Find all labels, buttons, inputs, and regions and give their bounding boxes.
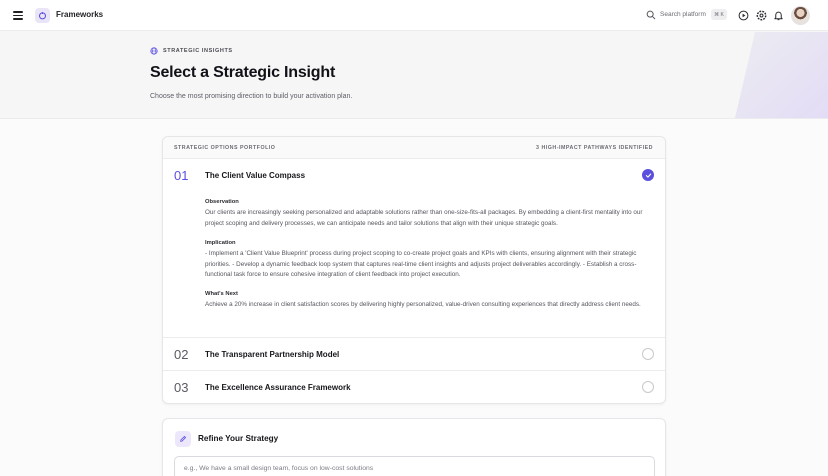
card-header: STRATEGIC OPTIONS PORTFOLIO 3 HIGH-IMPAC…	[163, 137, 665, 159]
globe-icon	[150, 47, 158, 55]
implication-label: Implication	[205, 240, 236, 246]
option-title: The Client Value Compass	[205, 171, 306, 180]
option-number: 01	[174, 168, 189, 183]
option-client-value-compass[interactable]: 01 The Client Value Compass Observation …	[163, 159, 665, 337]
user-avatar[interactable]	[791, 6, 810, 25]
search-platform-button[interactable]: Search platform	[660, 11, 706, 18]
portfolio-label: STRATEGIC OPTIONS PORTFOLIO	[174, 145, 276, 151]
bell-icon[interactable]	[773, 10, 784, 21]
unselected-radio-icon[interactable]	[642, 348, 654, 360]
app-logo[interactable]	[35, 8, 50, 23]
unselected-radio-icon[interactable]	[642, 381, 654, 393]
implication-text: - Implement a 'Client Value Blueprint' p…	[205, 250, 637, 279]
observation-text: Our clients are increasingly seeking per…	[205, 209, 643, 227]
refine-title: Refine Your Strategy	[198, 434, 279, 443]
option-transparent-partnership-model[interactable]: 02 The Transparent Partnership Model	[163, 338, 665, 370]
strategy-refinement-input[interactable]	[174, 456, 655, 476]
search-shortcut-badge: ⌘ K	[711, 9, 727, 20]
app-logo-icon	[38, 12, 47, 20]
app-brand-name[interactable]: Frameworks	[56, 10, 103, 19]
option-details: Observation Our clients are increasingly…	[205, 199, 660, 339]
option-number: 02	[174, 347, 189, 362]
page-header: STRATEGIC INSIGHTS Select a Strategic In…	[0, 32, 828, 118]
refine-strategy-card: Refine Your Strategy	[162, 418, 666, 476]
checkmark-icon	[645, 173, 651, 178]
top-navigation-bar: Frameworks Search platform ⌘ K	[0, 0, 828, 31]
option-excellence-assurance-framework[interactable]: 03 The Excellence Assurance Framework	[163, 371, 665, 403]
settings-icon[interactable]	[756, 10, 767, 21]
page-title: Select a Strategic Insight	[150, 64, 336, 81]
whats-next-label: What's Next	[205, 291, 238, 297]
menu-icon[interactable]	[13, 11, 23, 20]
pathways-count: 3 HIGH-IMPACT PATHWAYS IDENTIFIED	[536, 145, 653, 151]
option-title: The Excellence Assurance Framework	[205, 383, 351, 392]
search-icon[interactable]	[646, 10, 656, 20]
decorative-gradient-shape	[735, 32, 828, 118]
page-subtitle: Choose the most promising direction to b…	[150, 93, 353, 100]
selected-check-icon[interactable]	[642, 169, 654, 181]
option-title: The Transparent Partnership Model	[205, 350, 340, 359]
whats-next-text: Achieve a 20% increase in client satisfa…	[205, 301, 641, 308]
observation-label: Observation	[205, 199, 239, 205]
strategic-options-card: STRATEGIC OPTIONS PORTFOLIO 3 HIGH-IMPAC…	[162, 136, 666, 404]
option-number: 03	[174, 380, 189, 395]
pencil-icon	[175, 431, 191, 447]
play-circle-icon[interactable]	[738, 10, 749, 21]
section-eyebrow: STRATEGIC INSIGHTS	[163, 48, 233, 54]
